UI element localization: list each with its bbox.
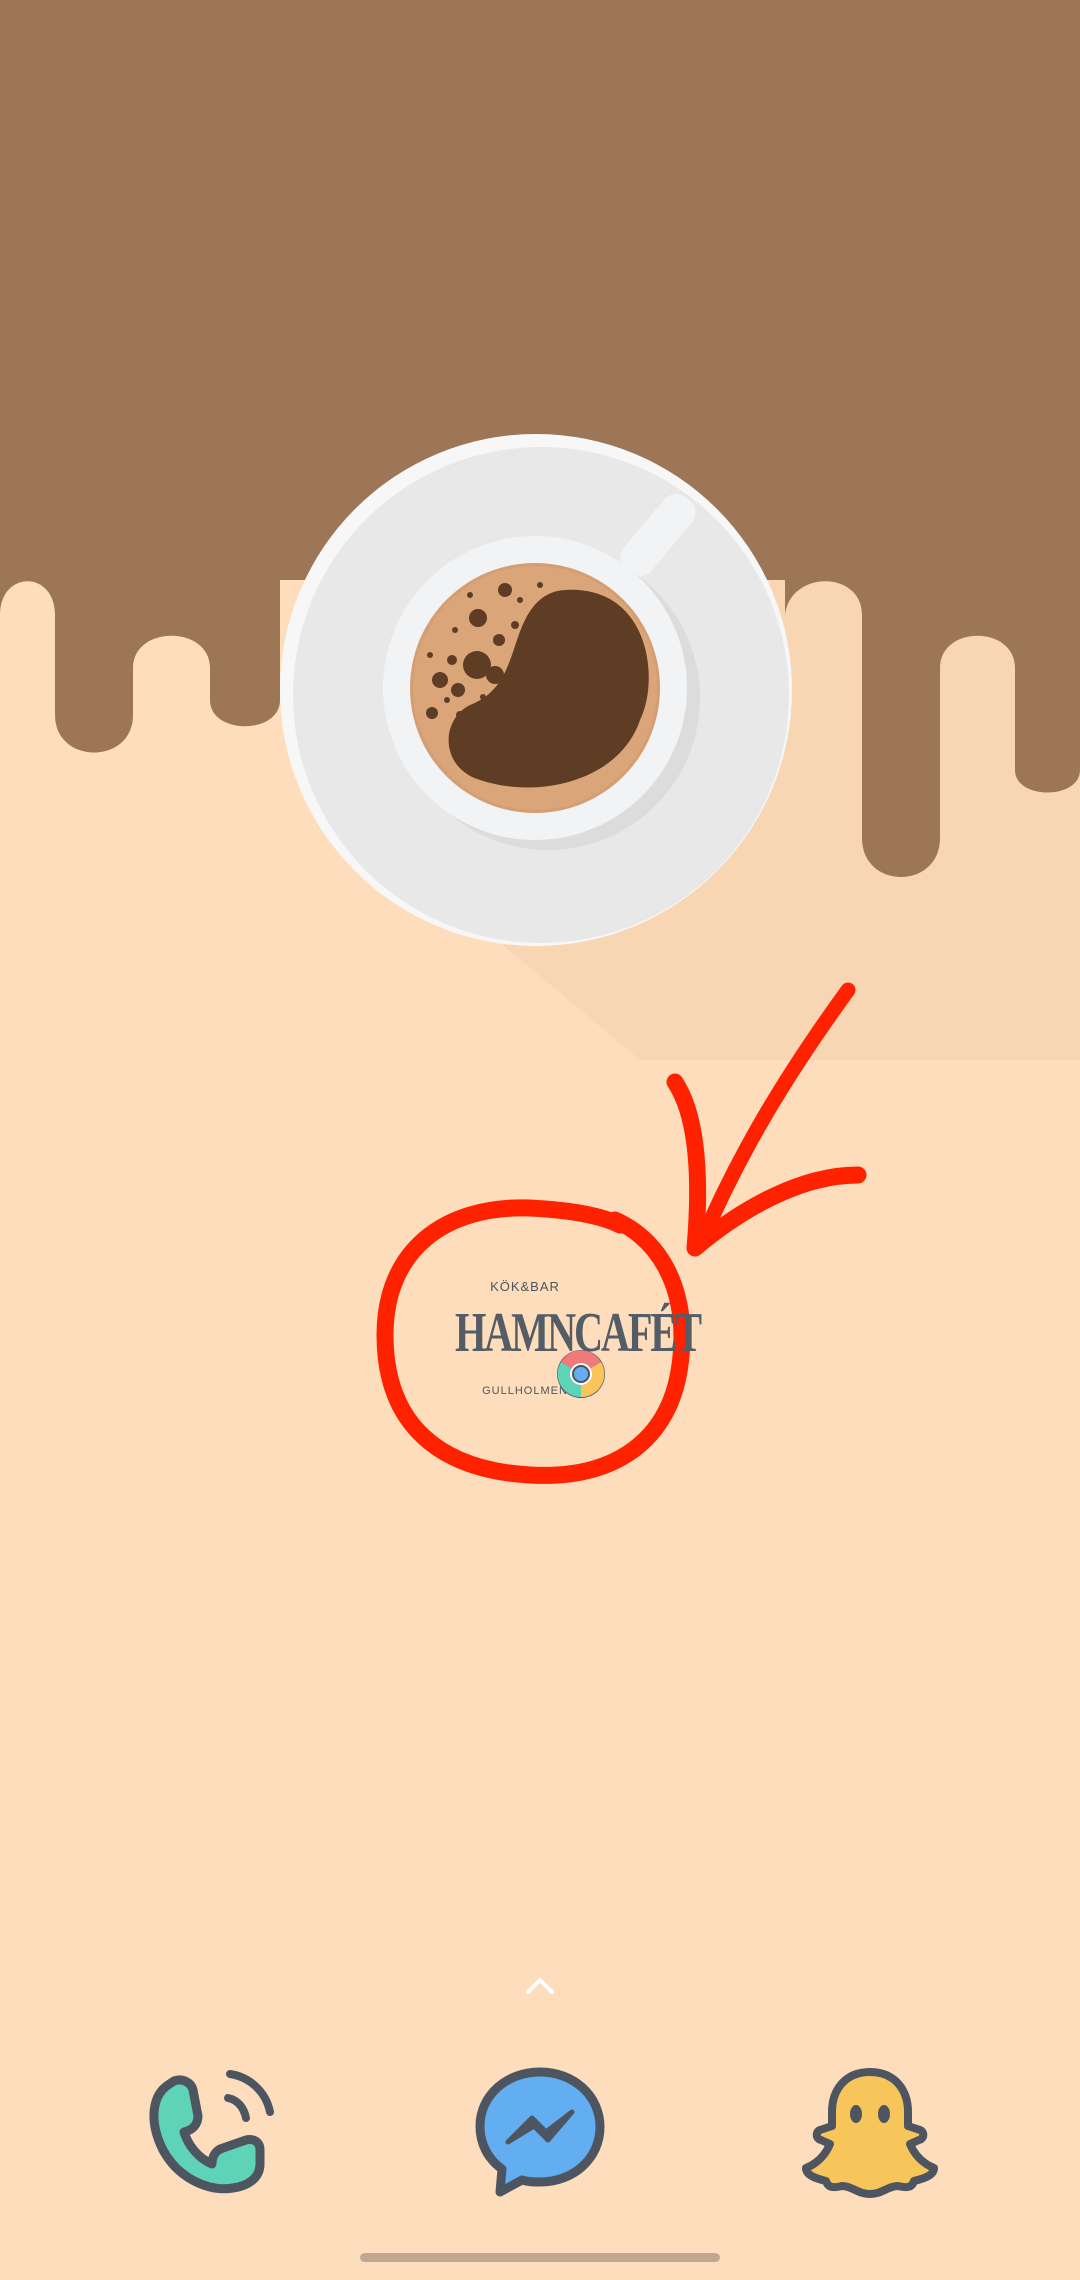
coffee-wallpaper-art (0, 0, 1080, 2280)
home-screen: KÖK&BAR HAMNCAFÉT GULLHOLMEN (0, 0, 1080, 2280)
shortcut-label-top: KÖK&BAR (490, 1279, 560, 1294)
hamncafet-shortcut[interactable]: KÖK&BAR HAMNCAFÉT GULLHOLMEN (455, 1265, 702, 1410)
phone-icon[interactable] (138, 2060, 278, 2200)
messenger-icon[interactable] (470, 2060, 610, 2200)
snapchat-ghost-icon[interactable] (800, 2060, 940, 2200)
shortcut-label-main: HAMNCAFÉT (455, 1302, 702, 1364)
home-gesture-bar[interactable] (360, 2253, 720, 2262)
chevron-up-icon[interactable] (520, 1970, 560, 2000)
wallpaper (0, 0, 1080, 2280)
chrome-icon (557, 1350, 605, 1398)
